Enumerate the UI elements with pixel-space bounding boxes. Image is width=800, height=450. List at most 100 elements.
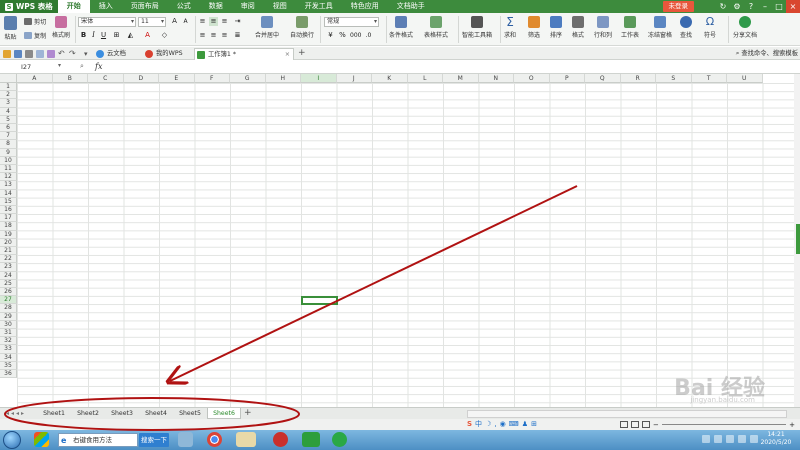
tools-icon[interactable] xyxy=(178,432,193,447)
sum-button[interactable]: Σ 求和 xyxy=(504,16,516,39)
percent-icon[interactable]: % xyxy=(338,31,347,40)
format-painter-button[interactable]: 格式刷 xyxy=(52,16,70,39)
merge-center-button[interactable]: 合并居中 xyxy=(255,16,279,39)
filter-button[interactable]: 筛选 xyxy=(528,16,540,39)
ime-toolbar[interactable]: S 中 ☽ , ◉ ⌨ ♟ ⊞ xyxy=(467,419,537,430)
normal-view-icon[interactable] xyxy=(620,421,628,428)
open-folder-icon[interactable] xyxy=(3,50,11,58)
fill-color-icon[interactable]: ◭ xyxy=(126,31,135,40)
worksheet-button[interactable]: 工作表 xyxy=(621,16,639,39)
align-top-icon[interactable]: ≡ xyxy=(198,17,207,26)
column-header-l[interactable]: L xyxy=(407,74,443,83)
row-header-14[interactable]: 14 xyxy=(0,189,17,198)
column-header-t[interactable]: T xyxy=(691,74,727,83)
windows-explorer-icon[interactable] xyxy=(34,432,49,447)
row-header-3[interactable]: 3 xyxy=(0,99,17,108)
print-icon[interactable] xyxy=(25,50,33,58)
page-view-icon[interactable] xyxy=(631,421,639,428)
column-header-p[interactable]: P xyxy=(549,74,585,83)
font-color-icon[interactable]: A xyxy=(143,31,152,40)
font-size-select[interactable]: 11 xyxy=(138,17,166,27)
maximize-icon[interactable]: □ xyxy=(772,0,786,13)
justify-icon[interactable]: ≣ xyxy=(233,31,242,40)
battery-icon[interactable] xyxy=(726,435,734,443)
row-header-20[interactable]: 20 xyxy=(0,238,17,247)
login-button[interactable]: 未登录 xyxy=(662,1,694,12)
bold-button[interactable]: B xyxy=(79,31,88,40)
zoom-slider[interactable] xyxy=(661,424,787,425)
row-header-29[interactable]: 29 xyxy=(0,312,17,321)
column-header-k[interactable]: K xyxy=(372,74,408,83)
row-header-7[interactable]: 7 xyxy=(0,132,17,141)
refresh-icon[interactable]: ↻ xyxy=(716,0,730,13)
menu-tab-insert[interactable]: 插入 xyxy=(90,0,122,13)
clear-icon[interactable]: ◇ xyxy=(160,31,169,40)
row-header-13[interactable]: 13 xyxy=(0,181,17,190)
column-header-n[interactable]: N xyxy=(478,74,514,83)
network-icon[interactable] xyxy=(702,435,710,443)
column-header-o[interactable]: O xyxy=(514,74,550,83)
menu-tab-review[interactable]: 审阅 xyxy=(232,0,264,13)
save-icon[interactable] xyxy=(14,50,22,58)
help-icon[interactable]: ? xyxy=(744,0,758,13)
column-header-d[interactable]: D xyxy=(123,74,159,83)
row-header-10[interactable]: 10 xyxy=(0,156,17,165)
menu-tab-start[interactable]: 开始 xyxy=(57,0,90,13)
column-header-f[interactable]: F xyxy=(194,74,230,83)
symbol-button[interactable]: Ω 符号 xyxy=(704,16,716,40)
wrap-text-button[interactable]: 自动换行 xyxy=(290,16,314,39)
sort-button[interactable]: 排序 xyxy=(550,16,562,39)
horizontal-scrollbar[interactable] xyxy=(467,410,787,418)
formula-input[interactable] xyxy=(110,62,790,72)
folder-icon[interactable] xyxy=(236,432,256,447)
export-icon[interactable] xyxy=(47,50,55,58)
column-header-j[interactable]: J xyxy=(336,74,372,83)
flag-icon[interactable] xyxy=(738,435,746,443)
align-right-icon[interactable]: ≡ xyxy=(220,31,229,40)
menu-tab-page-layout[interactable]: 页面布局 xyxy=(122,0,168,13)
sheet-tab-sheet4[interactable]: Sheet4 xyxy=(139,408,173,419)
column-header-g[interactable]: G xyxy=(230,74,266,83)
freeze-panes-button[interactable]: 冻结窗格 xyxy=(648,16,672,39)
column-header-e[interactable]: E xyxy=(159,74,195,83)
column-header-b[interactable]: B xyxy=(52,74,88,83)
sheet-tab-sheet6[interactable]: Sheet6 xyxy=(207,408,241,419)
sheet-nav-arrows[interactable]: ◂◂◂▸ xyxy=(6,408,26,419)
page-break-icon[interactable] xyxy=(642,421,650,428)
row-header-2[interactable]: 2 xyxy=(0,91,17,100)
row-header-19[interactable]: 19 xyxy=(0,230,17,239)
row-header-4[interactable]: 4 xyxy=(0,107,17,116)
row-header-8[interactable]: 8 xyxy=(0,140,17,149)
rows-columns-button[interactable]: 行和列 xyxy=(594,16,612,39)
copy-button[interactable]: 复制 xyxy=(24,31,46,40)
zoom-search-icon[interactable]: ⌕ xyxy=(80,62,84,71)
grow-font-button[interactable]: A xyxy=(170,17,179,26)
paste-button[interactable]: 粘贴 xyxy=(4,16,17,41)
vertical-scrollbar[interactable] xyxy=(794,74,800,407)
row-header-17[interactable]: 17 xyxy=(0,214,17,223)
row-header-36[interactable]: 36 xyxy=(0,370,17,379)
conditional-format-button[interactable]: 条件格式 xyxy=(389,16,413,39)
row-header-5[interactable]: 5 xyxy=(0,115,17,124)
undo-icon[interactable]: ↶ xyxy=(58,50,66,58)
column-header-r[interactable]: R xyxy=(620,74,656,83)
row-header-16[interactable]: 16 xyxy=(0,206,17,215)
decimal-icon[interactable]: .0 xyxy=(364,31,373,40)
column-header-m[interactable]: M xyxy=(443,74,479,83)
doc-tab-cloud[interactable]: 云文档 xyxy=(94,48,142,60)
preview-icon[interactable] xyxy=(36,50,44,58)
underline-button[interactable]: U xyxy=(99,31,108,40)
row-header-33[interactable]: 33 xyxy=(0,345,17,354)
column-header-u[interactable]: U xyxy=(727,74,763,83)
menu-tab-formula[interactable]: 公式 xyxy=(168,0,200,13)
row-header-28[interactable]: 28 xyxy=(0,304,17,313)
shrink-font-button[interactable]: A xyxy=(181,17,190,26)
row-header-18[interactable]: 18 xyxy=(0,222,17,231)
row-header-30[interactable]: 30 xyxy=(0,320,17,329)
doc-tab-workbook[interactable]: 工作簿1 * × xyxy=(194,48,294,60)
currency-icon[interactable]: ¥ xyxy=(326,31,335,40)
row-header-21[interactable]: 21 xyxy=(0,247,17,256)
font-name-select[interactable]: 宋体 xyxy=(78,17,136,27)
column-header-a[interactable]: A xyxy=(17,74,53,83)
row-header-12[interactable]: 12 xyxy=(0,173,17,182)
